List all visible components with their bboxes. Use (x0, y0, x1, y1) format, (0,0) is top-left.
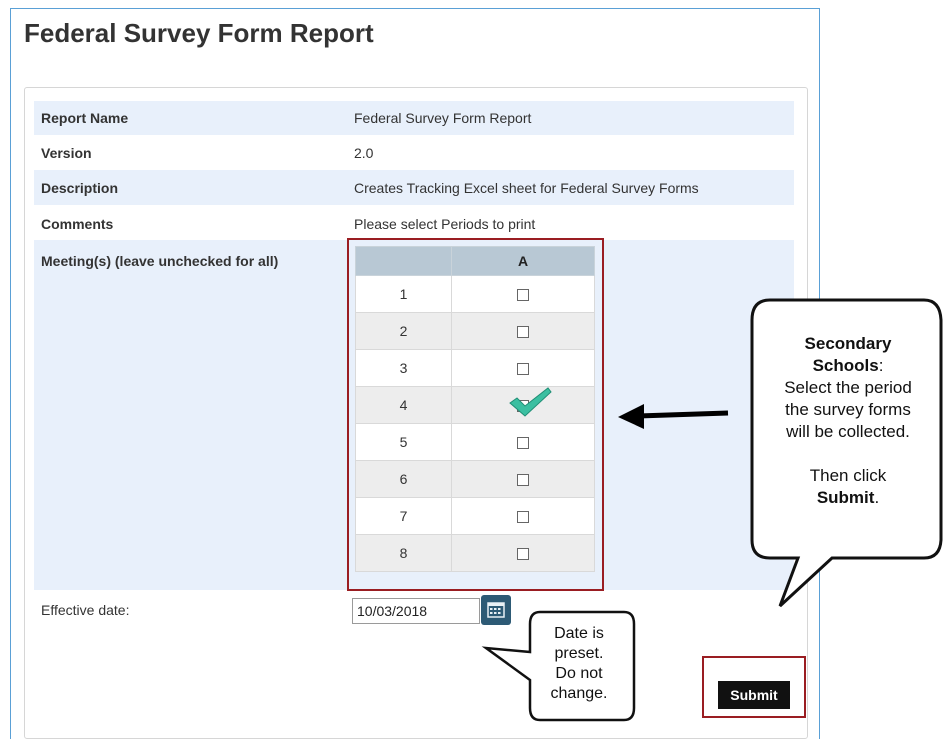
callout-secondary-line4: the survey forms (785, 400, 911, 419)
effective-date-input[interactable] (352, 598, 480, 624)
date-callout-text: Date is preset. Do not change. (531, 624, 627, 704)
calendar-button[interactable] (481, 595, 511, 625)
version-value: 2.0 (354, 145, 374, 161)
meetings-label: Meeting(s) (leave unchecked for all) (41, 253, 279, 269)
page-title: Federal Survey Form Report (24, 18, 374, 48)
callout-date-line1: Date is (554, 625, 604, 642)
callout-date-line3: Do not (555, 665, 603, 682)
submit-button[interactable]: Submit (718, 681, 790, 709)
comments-label: Comments (41, 216, 114, 232)
callout-secondary-line1: Secondary (804, 334, 892, 353)
left-arrow-icon (618, 404, 729, 429)
description-label: Description (41, 180, 119, 196)
description-value: Creates Tracking Excel sheet for Federal… (354, 180, 699, 196)
report-name-row: Report Name Federal Survey Form Report (34, 101, 794, 135)
comments-value: Please select Periods to print (354, 216, 536, 232)
callout-date-line4: change. (550, 685, 608, 702)
callout-secondary-line7: Submit (816, 488, 875, 507)
callout-secondary-line3: Select the period (784, 378, 912, 397)
calendar-icon (487, 602, 505, 618)
callout-date-line2: preset. (554, 645, 604, 662)
version-row: Version 2.0 (34, 135, 794, 169)
secondary-callout-text: Secondary Schools: Select the period the… (755, 333, 941, 509)
report-name-value: Federal Survey Form Report (354, 110, 532, 126)
checkmark-icon (509, 387, 552, 417)
callout-secondary-line2: Schools (812, 356, 879, 375)
version-label: Version (41, 145, 92, 161)
callout-secondary-line2-suffix: : (878, 356, 884, 375)
description-row: Description Creates Tracking Excel sheet… (34, 170, 794, 205)
callout-secondary-line7-suffix: . (874, 488, 880, 507)
callout-secondary-line5: will be collected. (786, 422, 910, 441)
callout-secondary-line6: Then click (809, 466, 887, 485)
meetings-highlight-box (347, 238, 604, 591)
comments-row: Comments Please select Periods to print (34, 205, 794, 239)
report-name-label: Report Name (41, 110, 129, 126)
effective-date-label: Effective date: (41, 602, 130, 618)
